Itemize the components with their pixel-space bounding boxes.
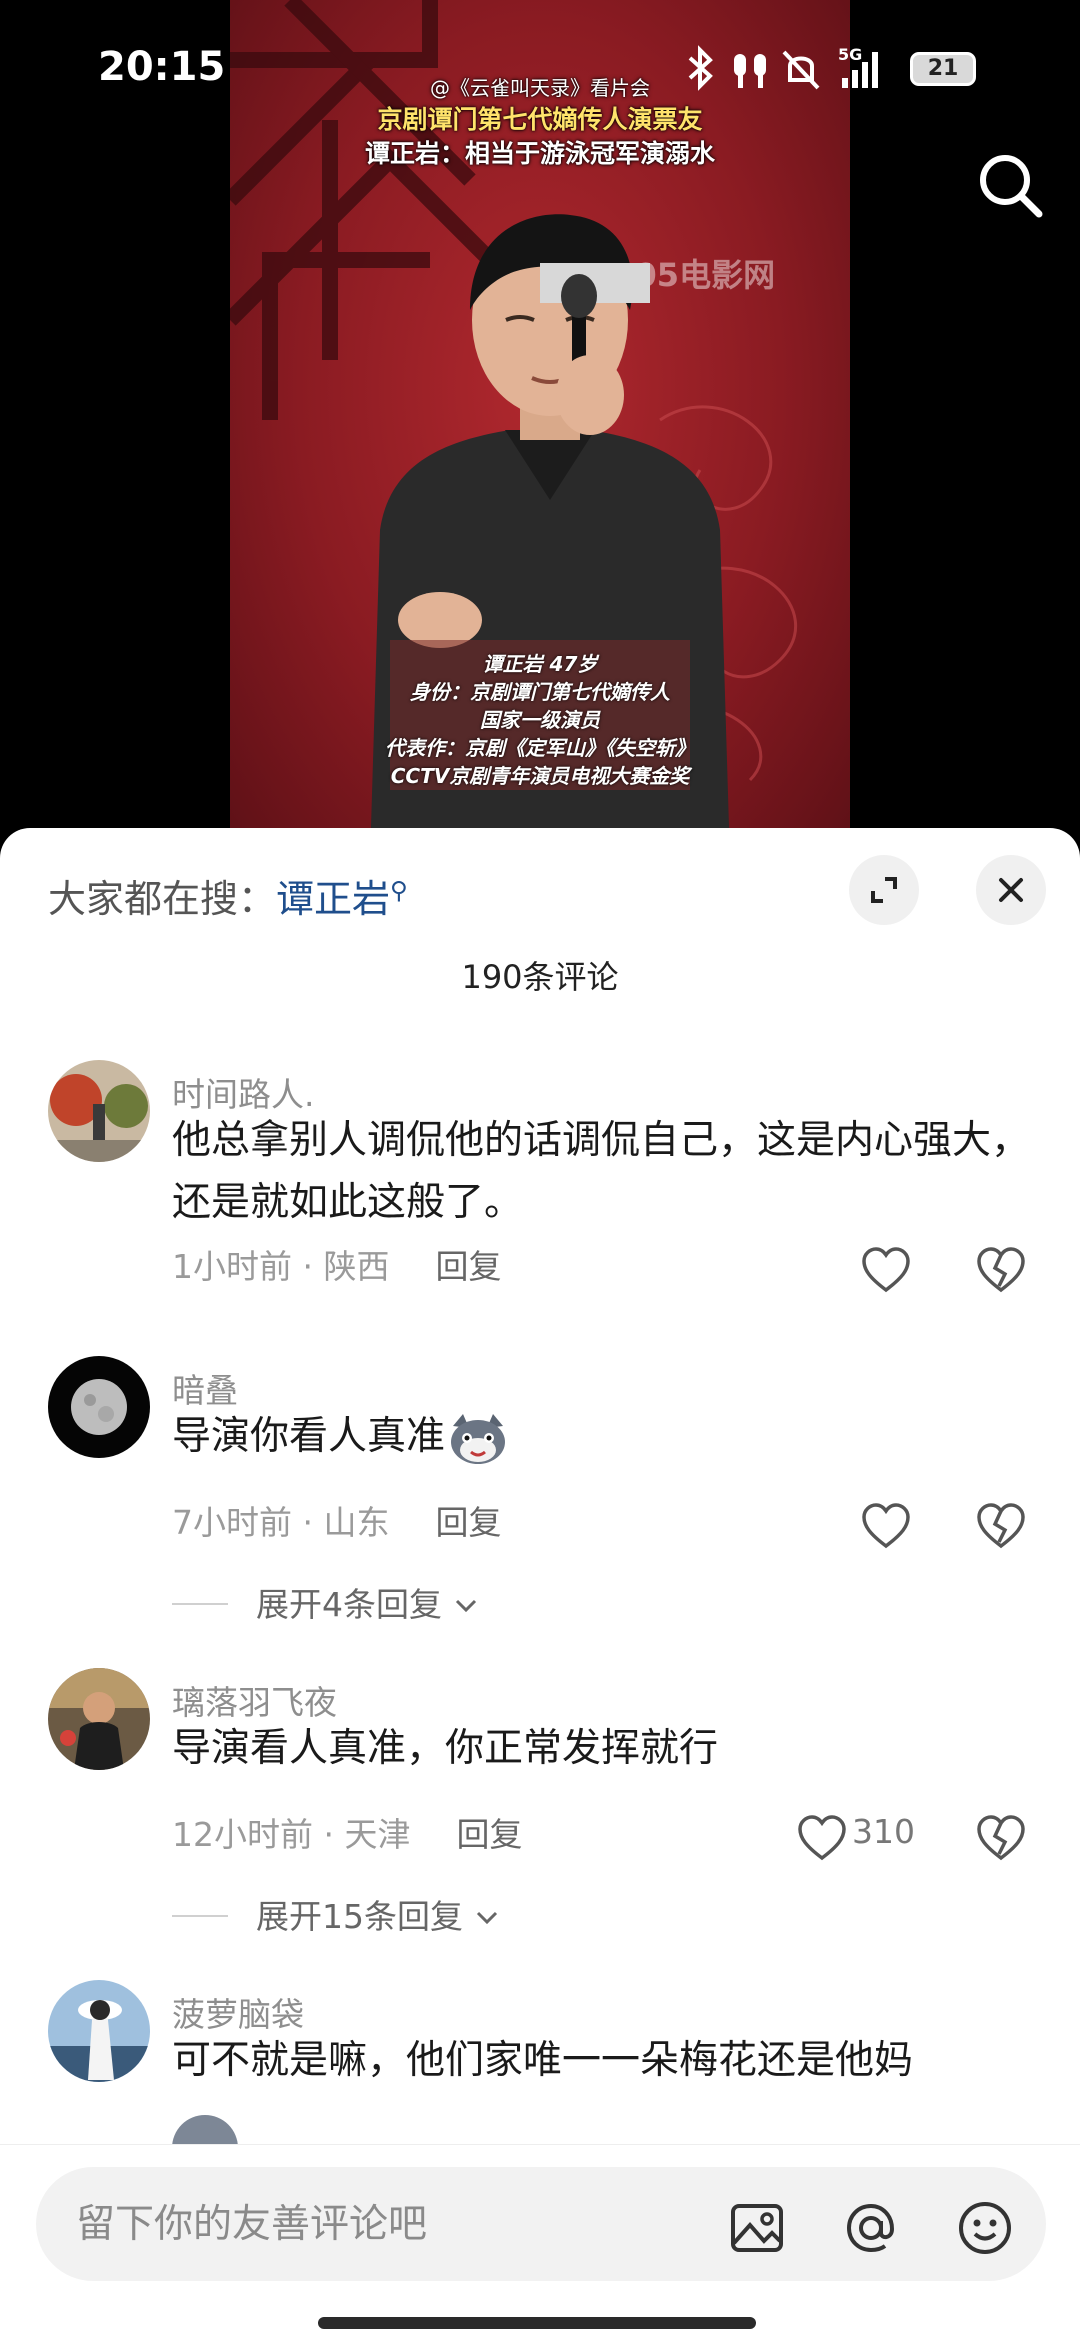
comment-input-box[interactable] xyxy=(36,2167,1046,2281)
comment-input-bar xyxy=(0,2144,1080,2351)
comment-text: 导演看人真准，你正常发挥就行 xyxy=(172,1726,719,1771)
broken-heart-icon[interactable] xyxy=(975,1502,1027,1552)
hot-search-label: 大家都在搜： xyxy=(48,877,277,921)
comment-item: 时间路人. 他总拿别人调侃他的话调侃自己，这是内心强大，还是就如此这般了。 1小… xyxy=(0,1060,1080,1293)
cat-emoji-icon xyxy=(451,1413,506,1464)
battery-indicator: 21 xyxy=(910,52,976,86)
reply-button[interactable]: 回复 xyxy=(435,1247,501,1286)
comment-count: 190条评论 xyxy=(461,958,619,996)
broken-heart-icon[interactable] xyxy=(975,1246,1027,1296)
network-type: 5G xyxy=(838,45,862,64)
expand-divider xyxy=(172,1915,228,1917)
avatar[interactable] xyxy=(48,1668,150,1770)
comment-text: 他总拿别人调侃他的话调侃自己，这是内心强大，还是就如此这般了。 xyxy=(172,1118,1031,1225)
comment-input[interactable] xyxy=(74,2195,694,2253)
comment-time-location: 1小时前 · 陕西 xyxy=(172,1247,390,1286)
info-line-name: 谭正岩 47岁 xyxy=(482,652,598,676)
expand-replies-button[interactable]: 展开15条回复 xyxy=(256,1890,500,1938)
comment-author[interactable]: 菠萝脑袋 xyxy=(172,1988,304,2036)
comment-author[interactable]: 时间路人. xyxy=(172,1068,315,1116)
comment-item: 暗叠 导演你看人真准 7小时前 · 山东 回复 展开4条回复 xyxy=(0,1356,1080,1624)
chevron-down-icon xyxy=(476,1911,497,1925)
video-frame[interactable]: @《云雀叫天录》看片会 京剧谭门第七代嫡传人演票友 谭正岩：相当于游泳冠军演溺水… xyxy=(230,0,850,860)
video-title-line2: 谭正岩：相当于游泳冠军演溺水 xyxy=(364,139,715,168)
heart-icon[interactable] xyxy=(860,1246,960,1296)
video-title-line1: 京剧谭门第七代嫡传人演票友 xyxy=(377,105,703,134)
comment-text: 可不就是嘛，他们家唯一一朵梅花还是他妈 xyxy=(172,2038,914,2083)
expand-divider xyxy=(172,1603,228,1605)
mute-icon xyxy=(782,50,820,90)
search-icon[interactable] xyxy=(975,150,1045,220)
comment-item: 菠萝脑袋 可不就是嘛，他们家唯一一朵梅花还是他妈 xyxy=(0,1980,1080,2155)
at-icon[interactable] xyxy=(842,2199,900,2257)
comment-author[interactable]: 璃落羽飞夜 xyxy=(172,1676,337,1724)
info-line-award: CCTV京剧青年演员电视大赛金奖 xyxy=(390,764,690,788)
comment-item: 璃落羽飞夜 导演看人真准，你正常发挥就行 12小时前 · 天津 回复 310 展开… xyxy=(0,1668,1080,1936)
expand-replies-label: 展开15条回复 xyxy=(256,1897,463,1936)
expand-icon xyxy=(871,877,897,903)
avatar[interactable] xyxy=(48,1356,150,1458)
expand-replies-label: 展开4条回复 xyxy=(256,1585,442,1624)
reply-button[interactable]: 回复 xyxy=(456,1815,522,1854)
heart-icon[interactable] xyxy=(860,1502,960,1552)
comment-meta: 1小时前 · 陕西 回复 xyxy=(172,1240,501,1288)
emoji-icon[interactable] xyxy=(956,2199,1014,2257)
hot-search[interactable]: 大家都在搜：谭正岩⚲ xyxy=(48,868,408,923)
comment-text-content: 导演你看人真准 xyxy=(172,1414,446,1459)
info-line-identity: 身份：京剧谭门第七代嫡传人 xyxy=(410,680,670,704)
comment-meta: 12小时前 · 天津 回复 xyxy=(172,1808,522,1856)
status-time: 20:15 xyxy=(98,44,226,90)
info-line-rank: 国家一级演员 xyxy=(480,708,600,732)
bluetooth-icon xyxy=(688,45,713,91)
mini-search-icon: ⚲ xyxy=(390,876,408,905)
heart-icon[interactable] xyxy=(796,1814,850,1864)
avatar[interactable] xyxy=(48,1980,150,2082)
expand-replies-button[interactable]: 展开4条回复 xyxy=(256,1578,479,1626)
expand-button[interactable] xyxy=(849,855,919,925)
comment-text: 导演你看人真准 xyxy=(172,1406,1032,1470)
close-icon xyxy=(999,878,1023,902)
chevron-down-icon xyxy=(455,1599,476,1613)
battery-level: 21 xyxy=(927,56,959,81)
comment-time-location: 12小时前 · 天津 xyxy=(172,1815,411,1854)
info-line-works: 代表作：京剧《定军山》《失空斩》 xyxy=(385,736,695,760)
image-icon[interactable] xyxy=(728,2199,786,2257)
comment-time-location: 7小时前 · 山东 xyxy=(172,1503,390,1542)
hot-search-keyword[interactable]: 谭正岩 xyxy=(276,877,390,921)
earbuds-icon xyxy=(734,54,766,88)
close-button[interactable] xyxy=(976,855,1046,925)
like-count: 310 xyxy=(852,1812,915,1851)
reply-button[interactable]: 回复 xyxy=(435,1503,501,1542)
video-player[interactable]: @《云雀叫天录》看片会 京剧谭门第七代嫡传人演票友 谭正岩：相当于游泳冠军演溺水… xyxy=(0,0,1080,860)
comment-author[interactable]: 暗叠 xyxy=(172,1364,238,1412)
comment-meta: 7小时前 · 山东 回复 xyxy=(172,1496,501,1544)
avatar[interactable] xyxy=(48,1060,150,1162)
broken-heart-icon[interactable] xyxy=(975,1814,1027,1864)
comment-panel: 大家都在搜：谭正岩⚲ 190条评论 时间路人. 他总拿别人调侃他的话调侃自己，这… xyxy=(0,828,1080,2351)
home-indicator xyxy=(318,2317,756,2329)
